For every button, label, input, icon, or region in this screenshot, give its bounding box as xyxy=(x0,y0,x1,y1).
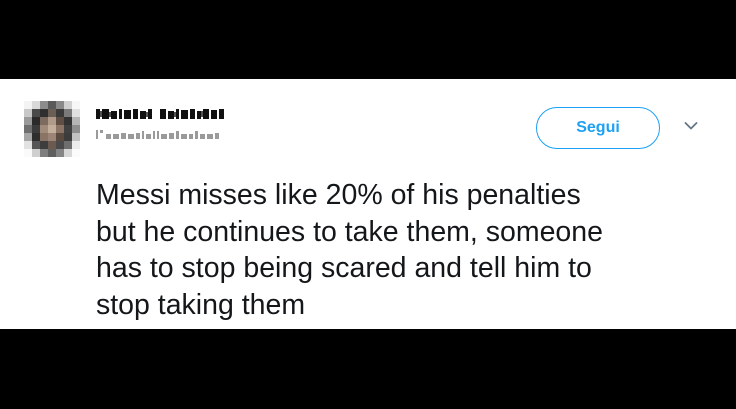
avatar-pixel xyxy=(32,125,40,133)
avatar-pixel xyxy=(40,109,48,117)
avatar-pixel xyxy=(40,133,48,141)
avatar-pixel xyxy=(56,117,64,125)
avatar-pixel xyxy=(72,125,80,133)
avatar-pixel xyxy=(72,101,80,109)
avatar-pixel xyxy=(64,141,72,149)
tweet-card: Segui Messi misses like 20% of his penal… xyxy=(0,79,736,329)
avatar-pixel xyxy=(24,149,32,157)
avatar-pixel xyxy=(40,101,48,109)
avatar-pixel xyxy=(32,133,40,141)
avatar-pixel xyxy=(56,109,64,117)
avatar-pixel xyxy=(56,133,64,141)
avatar-pixel xyxy=(72,133,80,141)
avatar-pixel xyxy=(64,149,72,157)
display-name-pixelated[interactable] xyxy=(96,107,236,121)
avatar-pixel xyxy=(64,133,72,141)
avatar-pixel xyxy=(32,109,40,117)
avatar-pixel xyxy=(40,149,48,157)
avatar-pixel xyxy=(56,125,64,133)
avatar-pixel xyxy=(48,133,56,141)
avatar-pixel xyxy=(64,101,72,109)
bottom-black-bar xyxy=(0,329,736,409)
chevron-down-icon[interactable] xyxy=(684,121,698,131)
avatar-pixel xyxy=(56,149,64,157)
top-black-bar xyxy=(0,0,736,79)
avatar-pixel xyxy=(24,141,32,149)
tweet-text: Messi misses like 20% of his penalties b… xyxy=(96,179,603,321)
avatar-pixel xyxy=(24,101,32,109)
avatar-pixel xyxy=(24,133,32,141)
avatar-pixel xyxy=(32,101,40,109)
avatar-pixel xyxy=(72,141,80,149)
avatar-pixel xyxy=(40,141,48,149)
avatar-pixel xyxy=(32,149,40,157)
avatar-pixel xyxy=(48,141,56,149)
avatar-pixel xyxy=(64,125,72,133)
follow-button[interactable]: Segui xyxy=(536,107,660,149)
avatar-pixel xyxy=(32,141,40,149)
avatar-pixel xyxy=(56,141,64,149)
avatar-pixel xyxy=(24,117,32,125)
avatar-pixel xyxy=(56,101,64,109)
avatar-pixel xyxy=(72,149,80,157)
avatar-pixel xyxy=(48,117,56,125)
avatar-pixel xyxy=(64,117,72,125)
avatar-pixel xyxy=(48,109,56,117)
avatar[interactable] xyxy=(24,101,80,157)
avatar-pixel xyxy=(48,125,56,133)
avatar-pixel xyxy=(24,125,32,133)
avatar-pixel xyxy=(40,117,48,125)
avatar-pixel xyxy=(48,101,56,109)
avatar-pixel xyxy=(72,109,80,117)
avatar-pixel xyxy=(64,109,72,117)
avatar-pixel xyxy=(72,117,80,125)
avatar-pixel xyxy=(32,117,40,125)
username-pixelated[interactable] xyxy=(96,128,236,142)
avatar-pixel xyxy=(40,125,48,133)
avatar-pixel xyxy=(48,149,56,157)
avatar-pixel xyxy=(24,109,32,117)
